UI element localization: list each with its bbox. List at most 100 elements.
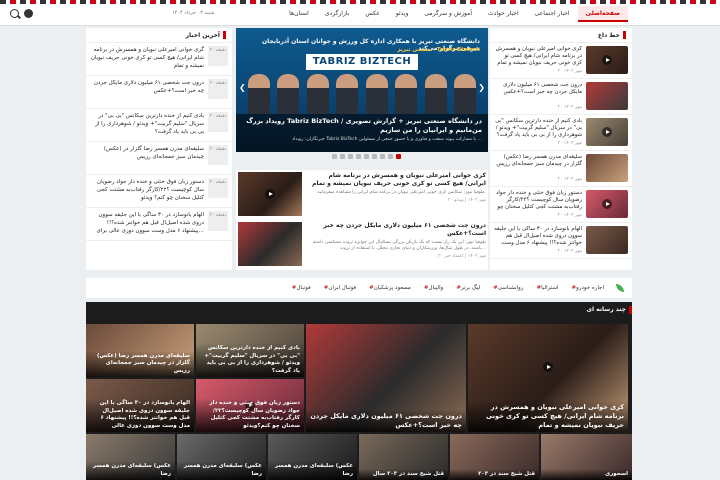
- hero-headline[interactable]: رویداد بزرگ Tabriz BizTech در دانشگاه صن…: [242, 117, 482, 135]
- tag-link[interactable]: مسعود پزشکیان: [368, 285, 411, 291]
- slider-next-icon[interactable]: ❯: [478, 83, 485, 92]
- news-title[interactable]: گری خوانی امیرعلی نبویان و همسرش در برنا…: [494, 46, 582, 68]
- media-tile-row[interactable]: قتل شیخ سند در ۲۰۳: [450, 434, 539, 480]
- tag-link[interactable]: اجاره خودرو: [570, 285, 604, 291]
- news-title[interactable]: گری خوانی امیرعلی نبویان و همسرش در برنا…: [90, 46, 204, 70]
- media-tile-large[interactable]: کری خوانی امیرعلی نبویان و همسرش در برنا…: [468, 324, 628, 432]
- tag-link[interactable]: لیگ برتر: [455, 285, 480, 291]
- slider-dot[interactable]: [380, 154, 385, 159]
- news-headline[interactable]: کری خوانی امیرعلی نبویان و همسرش در برنا…: [306, 172, 486, 188]
- news-thumbnail[interactable]: [586, 190, 628, 218]
- news-thumbnail[interactable]: [586, 118, 628, 146]
- slider-dot[interactable]: [356, 154, 361, 159]
- news-thumbnail[interactable]: [586, 226, 628, 254]
- media-caption[interactable]: عکس) سلبقه‌ای مدرن همسر رضا: [268, 461, 357, 480]
- play-icon[interactable]: [602, 127, 612, 137]
- slider-dot[interactable]: [348, 154, 353, 159]
- media-tile-medium[interactable]: درون جت شخصی ۶۱ میلیون دلاری مایکل جردن …: [306, 324, 466, 432]
- nav-item-entertainment[interactable]: آموزش و سرگرمی: [416, 6, 480, 22]
- play-icon[interactable]: [543, 362, 553, 373]
- center-news-item[interactable]: درون جت شخصی ۶۱ میلیون دلاری مایکل جردن …: [236, 220, 488, 270]
- news-title[interactable]: الهام بانوسازد در ۳۰ ساگی با این جلیقه س…: [494, 226, 582, 248]
- media-tile-small[interactable]: بادی کنیم از خنده دارترین سکانس "بی بی" …: [196, 324, 304, 377]
- media-caption[interactable]: قتل شیخ سند در ۲۰۳ سال: [359, 468, 448, 480]
- dark-mode-icon[interactable]: [24, 9, 33, 18]
- person-image: [277, 74, 300, 114]
- list-item[interactable]: بادی کنیم از خنده دارترین سکانس "بی بی" …: [490, 115, 632, 151]
- media-tile-row[interactable]: قتل شیخ سند در ۲۰۳ سال: [359, 434, 448, 480]
- slider-prev-icon[interactable]: ❮: [239, 83, 246, 92]
- news-thumbnail[interactable]: [586, 46, 628, 74]
- news-thumbnail[interactable]: [586, 154, 628, 182]
- media-caption[interactable]: درون جت شخصی ۶۱ میلیون دلاری مایکل جردن …: [306, 410, 466, 432]
- news-title[interactable]: درون جت شخصی ۶۱ میلیون دلاری مایکل جردن …: [90, 79, 204, 103]
- media-tile-row[interactable]: عکس) سلبقه‌ای مدرن همسر رضا: [86, 434, 175, 480]
- list-item[interactable]: (عکس) سلیقه‌ای مدرن همسر رضا گلزار در چی…: [490, 151, 632, 187]
- center-news-item[interactable]: کری خوانی امیرعلی نبویان و همسرش در برنا…: [236, 170, 488, 220]
- media-tile-row[interactable]: عکس) سلبقه‌ای مدرن همسر رضا: [177, 434, 266, 480]
- hero-slider[interactable]: دانشگاه صنعتی تبریز با همکاری اداره کل و…: [236, 28, 488, 152]
- nav-item-incidents[interactable]: اخبار حوادث: [480, 6, 527, 22]
- news-title[interactable]: بادی کنیم از خنده دارترین سکانس "بی بی" …: [90, 112, 204, 136]
- slider-dot[interactable]: [340, 154, 345, 159]
- hero-caption[interactable]: رویداد بزرگ Tabriz BizTech در دانشگاه صن…: [236, 114, 488, 152]
- nav-item-video[interactable]: ویدئو: [388, 6, 417, 22]
- news-headline[interactable]: درون جت شخصی ۶۱ میلیون دلاری مایکل جردن …: [306, 222, 486, 238]
- nav-item-photo[interactable]: عکس: [357, 6, 388, 22]
- news-date: ۳۰ مهر ۱۴۰۳: [557, 177, 582, 182]
- tag-link[interactable]: فوتبال: [291, 285, 310, 291]
- media-caption[interactable]: عکس) سلبقه‌ای مدرن همسر رضا: [177, 461, 266, 480]
- news-title[interactable]: درون جت شخصی ۶۱ میلیون دلاری مایکل جردن …: [494, 82, 582, 104]
- news-title[interactable]: (عکس) سلیقه‌ای مدرن همسر رضا گلزار در چی…: [90, 145, 204, 169]
- nav-item-social[interactable]: اخبار اجتماعی: [527, 6, 578, 22]
- media-caption[interactable]: اسحوری: [541, 468, 632, 480]
- news-title[interactable]: دستور زبان فوق خنثی و خنده دار جواد رضوی…: [494, 190, 582, 212]
- media-caption[interactable]: عکس) سلبقه‌ای مدرن همسر رضا: [86, 461, 175, 480]
- slider-dot[interactable]: [372, 154, 377, 159]
- list-item[interactable]: ۳۰ دقیقه الهام بانوسازد در ۳۰ ساگی با این…: [86, 208, 232, 241]
- tag-link[interactable]: والیبال: [423, 285, 443, 291]
- slider-dot[interactable]: [364, 154, 369, 159]
- play-icon[interactable]: [602, 55, 612, 65]
- media-tile-row[interactable]: عکس) سلبقه‌ای مدرن همسر رضا: [268, 434, 357, 480]
- list-item[interactable]: گری خوانی امیرعلی نبویان و همسرش در برنا…: [490, 43, 632, 79]
- play-icon[interactable]: [602, 199, 612, 209]
- nav-item-market[interactable]: بازارگردی: [317, 6, 358, 22]
- news-title[interactable]: بادی کنیم از خنده دارترین سکانس "بی بی" …: [494, 118, 582, 140]
- news-date: ۳۰ مهر ۱۴۰۳: [557, 105, 582, 110]
- list-item[interactable]: الهام بانوسازد در ۳۰ ساگی با این جلیقه س…: [490, 223, 632, 259]
- media-tile-row[interactable]: اسحوری: [541, 434, 632, 480]
- news-title[interactable]: (عکس) سلیقه‌ای مدرن همسر رضا گلزار در چی…: [494, 154, 582, 176]
- search-icon[interactable]: [10, 9, 19, 18]
- play-icon[interactable]: [265, 189, 275, 199]
- media-caption[interactable]: (عکس) سلیقه‌ای مدرن همسر رضا گلزار در چی…: [86, 350, 194, 377]
- news-title[interactable]: دستور زبان فوق خنثی و خنده دار جواد رضوی…: [90, 178, 204, 202]
- media-caption[interactable]: کری خوانی امیرعلی نبویان و همسرش در برنا…: [468, 401, 628, 432]
- list-item[interactable]: درون جت شخصی ۶۱ میلیون دلاری مایکل جردن …: [490, 79, 632, 115]
- tag-link[interactable]: فوتبال ایران: [323, 285, 356, 291]
- list-item[interactable]: ۳۰ دقیقه (عکس) سلیقه‌ای مدرن همسر رضا گلز…: [86, 142, 232, 175]
- list-item[interactable]: ۳۰ دقیقه درون جت شخصی ۶۱ میلیون دلاری مای…: [86, 76, 232, 109]
- news-thumbnail[interactable]: [586, 82, 628, 110]
- slider-dot[interactable]: [332, 154, 337, 159]
- news-thumbnail[interactable]: [238, 172, 302, 216]
- tag-link[interactable]: روانشناسی: [492, 285, 524, 291]
- list-item[interactable]: دستور زبان فوق خنثی و خنده دار جواد رضوی…: [490, 187, 632, 223]
- tag-link[interactable]: استرالیا: [536, 285, 558, 291]
- slider-dot[interactable]: [388, 154, 393, 159]
- media-caption[interactable]: قتل شیخ سند در ۲۰۳: [450, 468, 539, 480]
- list-item[interactable]: ۳۰ دقیقه گری خوانی امیرعلی نبویان و همسرش…: [86, 43, 232, 76]
- list-item[interactable]: ۳۰ دقیقه بادی کنیم از خنده دارترین سکانس …: [86, 109, 232, 142]
- nav-item-home[interactable]: صفحه‌اصلی: [577, 6, 628, 22]
- slider-dot-active[interactable]: [396, 154, 401, 159]
- media-tile-small[interactable]: (عکس) سلیقه‌ای مدرن همسر رضا گلزار در چی…: [86, 324, 194, 377]
- nav-item-provinces[interactable]: استان‌ها: [281, 6, 317, 22]
- news-thumbnail[interactable]: [238, 222, 302, 266]
- media-caption[interactable]: الهام بانوسازد در ۳۰ ساگی با این جلیقه س…: [86, 398, 194, 432]
- media-tile-small[interactable]: دستور زبان فوق خنثی و خنده دار جواد رضوی…: [196, 379, 304, 432]
- media-caption[interactable]: دستور زبان فوق خنثی و خنده دار جواد رضوی…: [196, 398, 304, 432]
- news-title[interactable]: الهام بانوسازد در ۳۰ ساگی با این جلیقه س…: [90, 211, 204, 235]
- media-tile-small[interactable]: الهام بانوسازد در ۳۰ ساگی با این جلیقه س…: [86, 379, 194, 432]
- list-item[interactable]: ۳۰ دقیقه دستور زبان فوق خنثی و خنده دار ج…: [86, 175, 232, 208]
- media-caption[interactable]: بادی کنیم از خنده دارترین سکانس "بی بی" …: [196, 343, 304, 377]
